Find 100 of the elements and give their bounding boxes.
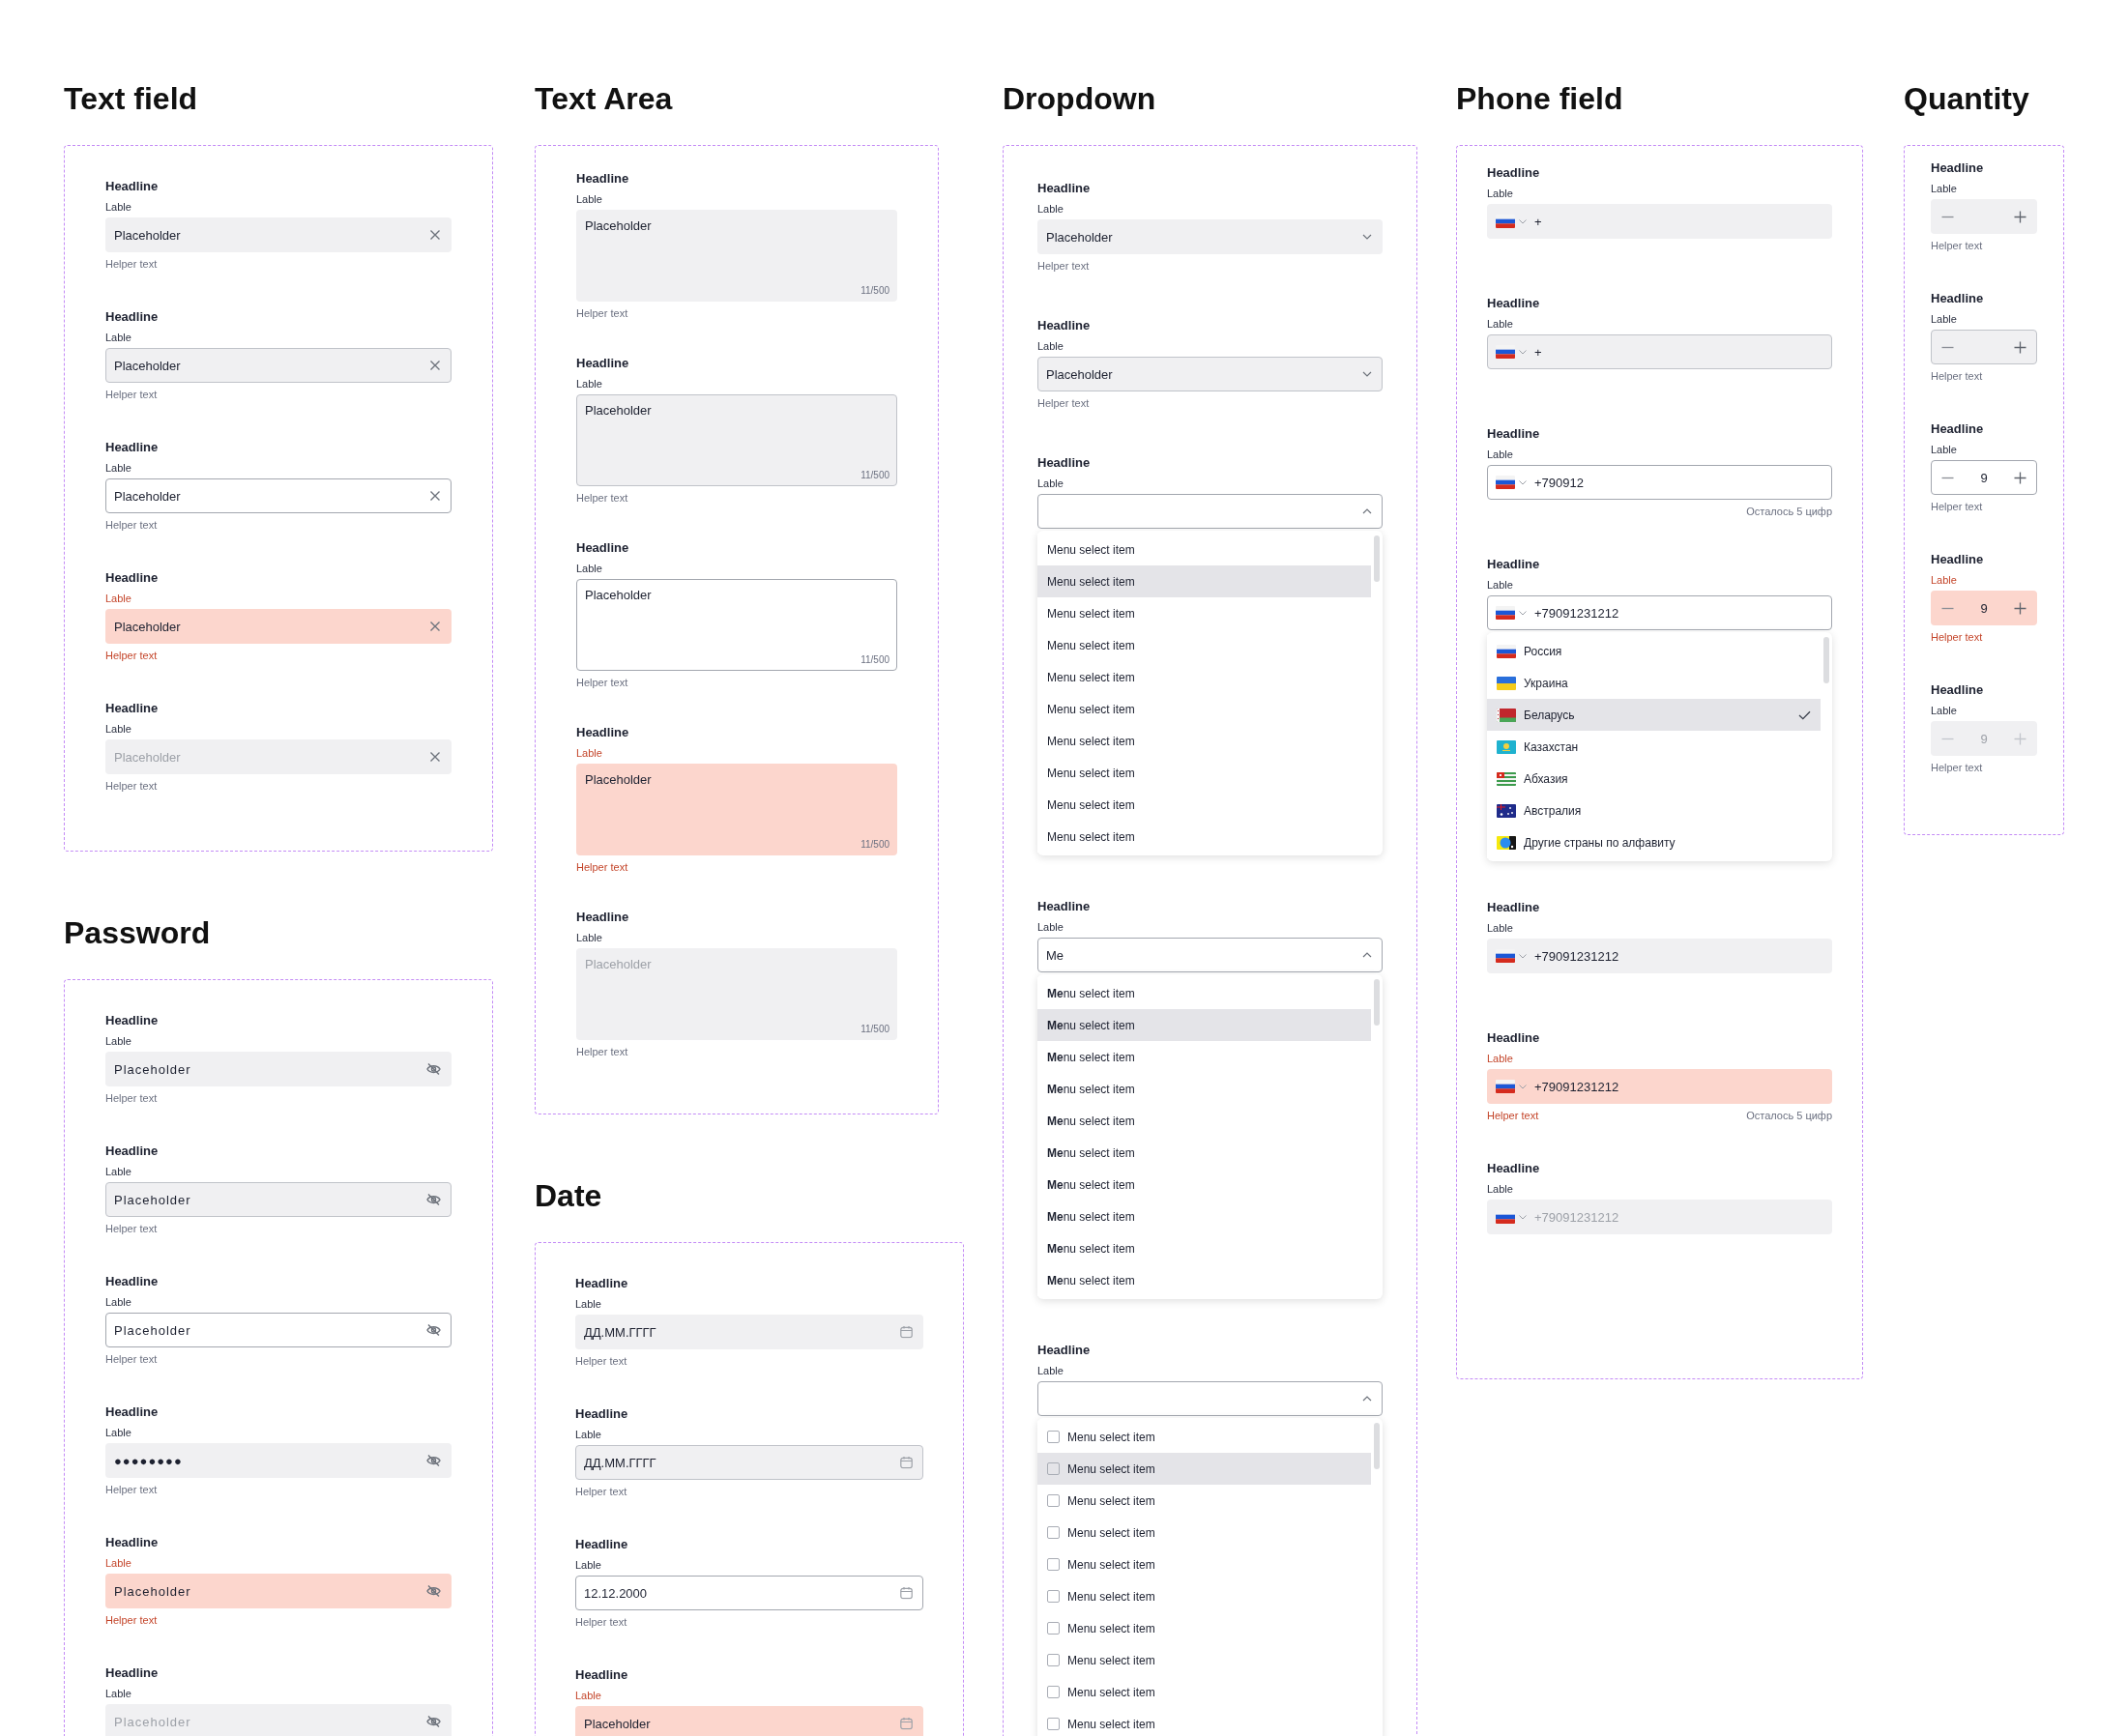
checkbox[interactable] xyxy=(1047,1686,1060,1698)
chevron-down-icon[interactable] xyxy=(1519,480,1527,485)
password-field[interactable]: Placeholder xyxy=(105,1052,452,1086)
close-icon[interactable] xyxy=(429,751,441,763)
checkbox[interactable] xyxy=(1047,1494,1060,1507)
eye-slash-icon[interactable] xyxy=(426,1323,441,1337)
close-icon[interactable] xyxy=(429,490,441,502)
helper-text: Helper text xyxy=(105,518,158,532)
checkbox[interactable] xyxy=(1047,1622,1060,1635)
menu-item[interactable]: Menu select item xyxy=(1037,1009,1371,1041)
plus-icon[interactable] xyxy=(2014,340,2026,354)
menu-item[interactable]: Беларусь xyxy=(1487,699,1821,731)
calendar-icon[interactable] xyxy=(900,1586,913,1600)
headline: Headline xyxy=(1931,552,1985,567)
date-field[interactable]: ДД.ММ.ГГГГ xyxy=(575,1445,923,1480)
close-icon[interactable] xyxy=(429,229,441,241)
chevron-down-icon[interactable] xyxy=(1362,371,1372,377)
date-field[interactable]: ДД.ММ.ГГГГ xyxy=(575,1315,923,1349)
chevron-up-icon[interactable] xyxy=(1362,952,1372,958)
checkbox[interactable] xyxy=(1047,1526,1060,1539)
field-label: Lable xyxy=(105,331,132,344)
chevron-down-icon[interactable] xyxy=(1519,350,1527,355)
scrollbar[interactable] xyxy=(1823,637,1829,683)
eye-slash-icon[interactable] xyxy=(426,1584,441,1598)
menu-item[interactable]: Menu select item xyxy=(1037,1453,1371,1485)
headline: Headline xyxy=(105,1143,160,1159)
headline: Headline xyxy=(1931,160,1985,176)
quantity-field[interactable] xyxy=(1931,199,2037,234)
section-title: Password xyxy=(64,915,212,950)
menu-item[interactable]: Menu select item xyxy=(1037,565,1371,597)
chevron-down-icon[interactable] xyxy=(1519,611,1527,616)
phone-field[interactable]: +79091231212 xyxy=(1487,595,1832,630)
flag-icon xyxy=(1496,476,1515,489)
checkbox[interactable] xyxy=(1047,1654,1060,1666)
checkbox[interactable] xyxy=(1047,1462,1060,1475)
checkbox[interactable] xyxy=(1047,1558,1060,1571)
scrollbar[interactable] xyxy=(1374,1423,1380,1469)
plus-icon[interactable] xyxy=(2014,601,2026,615)
field-label: Lable xyxy=(1487,921,1514,935)
scrollbar[interactable] xyxy=(1374,535,1380,582)
quantity-field[interactable] xyxy=(1931,330,2037,364)
chevron-up-icon[interactable] xyxy=(1362,508,1372,514)
password-field[interactable]: Placeholder xyxy=(105,1313,452,1347)
text-field[interactable]: Placeholder xyxy=(105,609,452,644)
plus-icon[interactable] xyxy=(2014,471,2026,484)
chevron-up-icon[interactable] xyxy=(1362,1396,1372,1402)
password-field[interactable]: Placeholder xyxy=(105,1574,452,1608)
headline: Headline xyxy=(105,570,160,586)
checkbox[interactable] xyxy=(1047,1590,1060,1603)
password-field[interactable]: Placeholder xyxy=(105,1182,452,1217)
dropdown-field[interactable] xyxy=(1037,494,1383,529)
phone-field[interactable]: +790912 xyxy=(1487,465,1832,500)
date-field[interactable]: Placeholder xyxy=(575,1706,923,1736)
text-field[interactable]: Placeholder xyxy=(105,348,452,383)
password-field[interactable]: ●●●●●●●● xyxy=(105,1443,452,1478)
calendar-icon[interactable] xyxy=(900,1325,913,1339)
helper-text: Helper text xyxy=(575,1354,627,1368)
calendar-icon[interactable] xyxy=(900,1456,913,1469)
scrollbar[interactable] xyxy=(1374,979,1380,1026)
dropdown-field[interactable]: Placeholder xyxy=(1037,219,1383,254)
close-icon[interactable] xyxy=(429,360,441,371)
quantity-value: 9 xyxy=(1980,731,1988,746)
calendar-icon[interactable] xyxy=(900,1717,913,1730)
dropdown-field[interactable] xyxy=(1037,1381,1383,1416)
chevron-down-icon[interactable] xyxy=(1519,219,1527,224)
character-counter: 11/500 xyxy=(860,654,889,666)
quantity-field[interactable]: 9 xyxy=(1931,460,2037,495)
checkbox[interactable] xyxy=(1047,1431,1060,1443)
eye-slash-icon[interactable] xyxy=(426,1193,441,1206)
chevron-down-icon[interactable] xyxy=(1362,234,1372,240)
dropdown-field[interactable]: Placeholder xyxy=(1037,357,1383,391)
date-field[interactable]: 12.12.2000 xyxy=(575,1576,923,1610)
phone-field[interactable]: + xyxy=(1487,204,1832,239)
text-field[interactable]: Placeholder xyxy=(105,217,452,252)
headline: Headline xyxy=(1487,165,1541,181)
close-icon[interactable] xyxy=(429,621,441,632)
chevron-down-icon[interactable] xyxy=(1519,1085,1527,1089)
helper-text: Helper text xyxy=(1037,396,1090,410)
helper-text: Helper text xyxy=(105,1091,158,1105)
checkbox[interactable] xyxy=(1047,1718,1060,1730)
text-field[interactable]: Placeholder xyxy=(105,478,452,513)
field-label: Lable xyxy=(1931,443,1958,456)
headline: Headline xyxy=(1931,291,1985,306)
flag-icon xyxy=(1497,644,1516,658)
plus-icon[interactable] xyxy=(2014,210,2026,223)
eye-slash-icon[interactable] xyxy=(426,1715,441,1728)
phone-field[interactable]: +79091231212 xyxy=(1487,1069,1832,1104)
helper-text: Helper text xyxy=(575,1615,627,1629)
phone-field[interactable]: +79091231212 xyxy=(1487,939,1832,973)
field-label: Lable xyxy=(1487,1182,1514,1196)
dropdown-field[interactable]: Me xyxy=(1037,938,1383,972)
eye-slash-icon[interactable] xyxy=(426,1062,441,1076)
chevron-down-icon[interactable] xyxy=(1519,1215,1527,1220)
helper-text: Helper text xyxy=(105,1352,158,1366)
helper-text: Helper text xyxy=(576,676,628,689)
eye-slash-icon[interactable] xyxy=(426,1454,441,1467)
field-label: Lable xyxy=(105,200,132,214)
phone-field[interactable]: + xyxy=(1487,334,1832,369)
quantity-field[interactable]: 9 xyxy=(1931,591,2037,625)
chevron-down-icon[interactable] xyxy=(1519,954,1527,959)
